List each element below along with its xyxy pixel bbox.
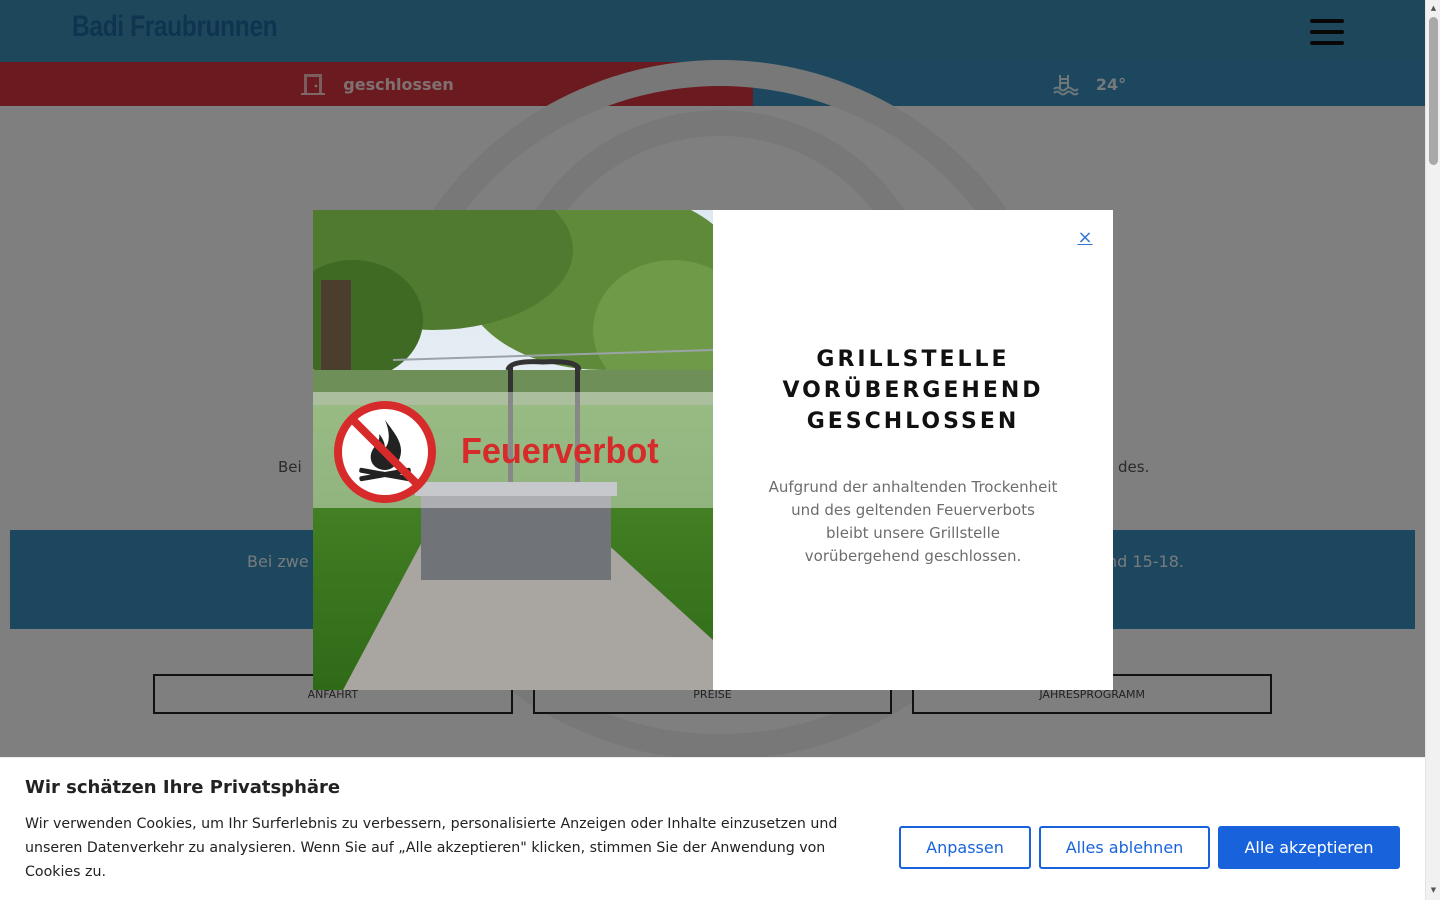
cookie-title: Wir schätzen Ihre Privatsphäre (25, 777, 341, 798)
cookie-text: Wir verwenden Cookies, um Ihr Surferlebn… (25, 816, 838, 880)
scrollbar-thumb[interactable] (1429, 17, 1438, 165)
accept-all-button[interactable]: Alle akzeptieren (1218, 826, 1400, 869)
fire-ban-label: Feuerverbot (461, 430, 659, 471)
popup-title: GRILLSTELLE VORÜBERGEHEND GESCHLOSSEN (782, 347, 1044, 434)
scroll-down-arrow-icon[interactable]: ▼ (1429, 886, 1438, 895)
popup-content: × GRILLSTELLE VORÜBERGEHEND GESCHLOSSEN … (713, 210, 1113, 690)
fire-ban-icon (334, 401, 436, 503)
scrollbar[interactable]: ▲ ▼ (1425, 0, 1440, 900)
popup-modal: Feuerverbot × GRILLSTELLE VORÜBERGEHEND … (313, 210, 1113, 690)
reject-all-button[interactable]: Alles ablehnen (1039, 826, 1210, 869)
close-icon[interactable]: × (1076, 228, 1094, 248)
popup-text: Aufgrund der anhaltenden Trockenheit und… (768, 478, 1058, 565)
customize-button[interactable]: Anpassen (899, 826, 1031, 869)
scroll-up-arrow-icon[interactable]: ▲ (1429, 4, 1438, 13)
fire-ban-image: Feuerverbot (313, 210, 713, 690)
cookie-banner: Wir schätzen Ihre Privatsphäre Wir verwe… (0, 757, 1425, 900)
